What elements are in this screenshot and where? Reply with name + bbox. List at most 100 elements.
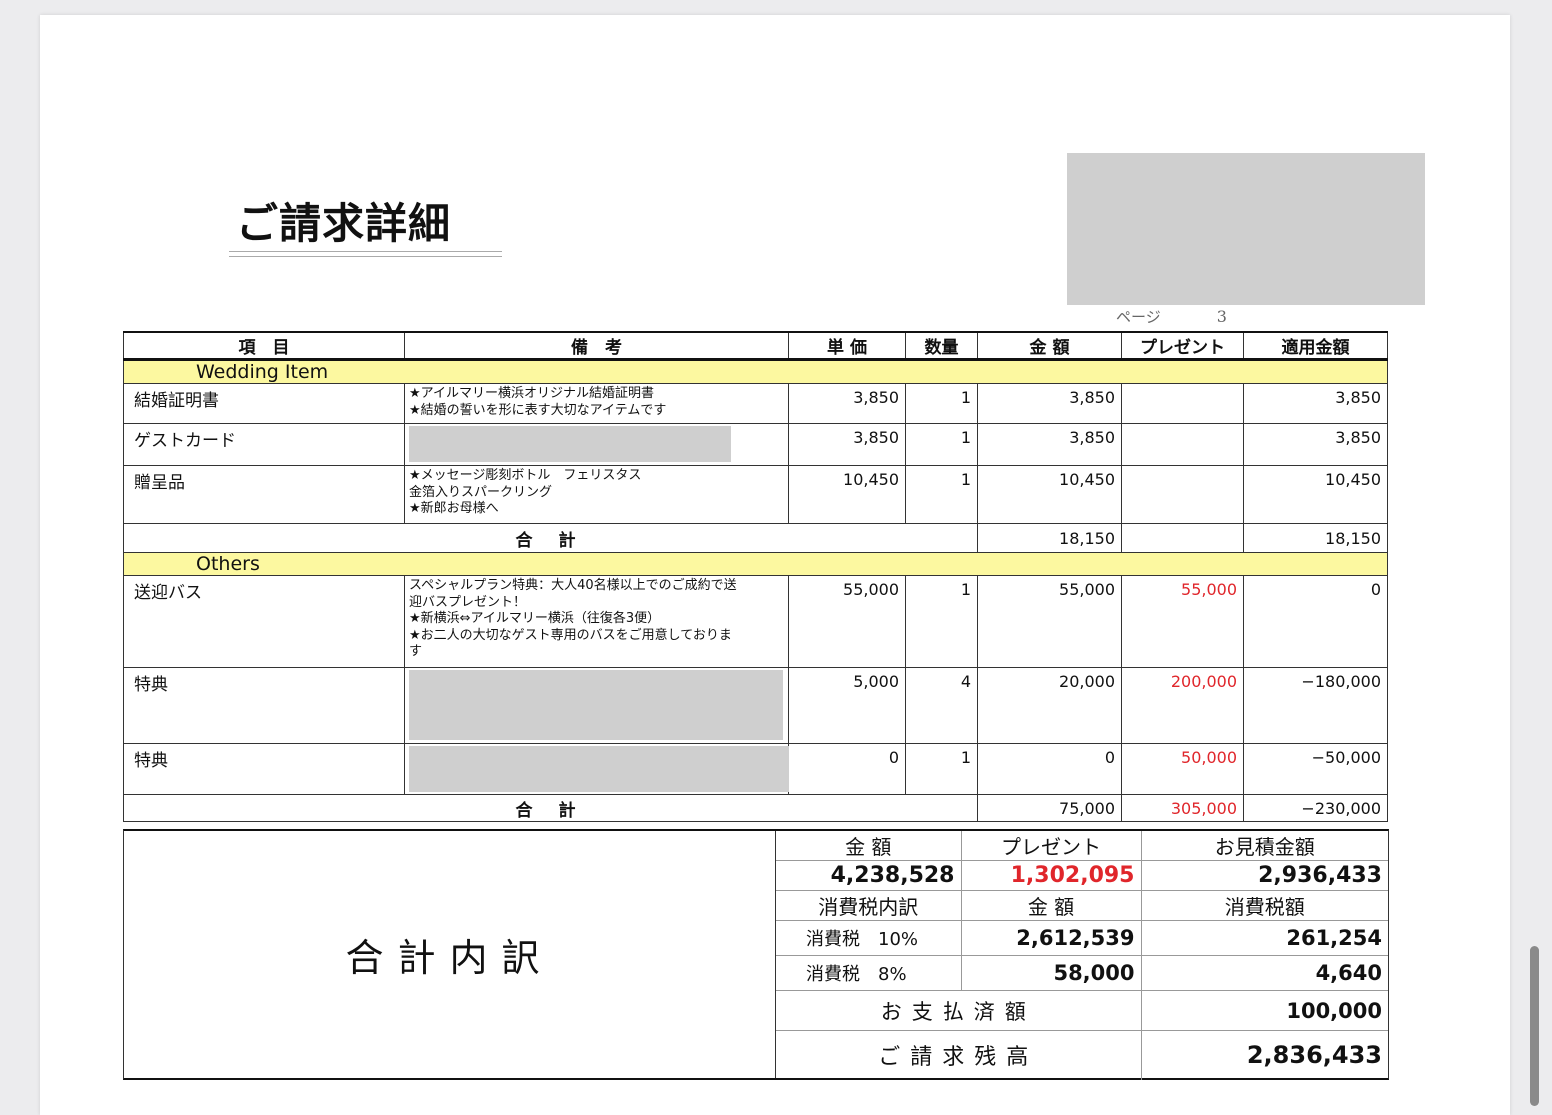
subtotal-applied: 18,150 bbox=[1243, 523, 1388, 553]
applied-amount: 3,850 bbox=[1243, 423, 1388, 466]
paid-row: お支払済額 100,000 bbox=[776, 990, 1388, 1031]
applied-amount: 10,450 bbox=[1243, 465, 1388, 524]
unit-price: 10,450 bbox=[788, 465, 906, 524]
remark-line: ★新郎お母様へ bbox=[409, 501, 499, 516]
applied-amount: −180,000 bbox=[1243, 667, 1388, 744]
remark-line: す bbox=[409, 644, 423, 659]
subtotal-label: 合 計 bbox=[123, 523, 978, 553]
page-title: ご請求詳細 bbox=[236, 199, 452, 248]
quantity: 1 bbox=[905, 575, 978, 668]
remark-line: ★新横浜⇔アイルマリー横浜（往復各3便） bbox=[409, 611, 661, 626]
table-row: 特典 0 1 0 50,000 −50,000 bbox=[123, 743, 1388, 795]
balance-row: ご請求残高 2,836,433 bbox=[776, 1030, 1388, 1080]
tax8-base: 58,000 bbox=[960, 955, 1141, 991]
table-row: 送迎バス スペシャルプラン特典：大人40名様以上でのご成約で送 迎バスプレゼント！… bbox=[123, 575, 1388, 668]
remark-line: スペシャルプラン特典：大人40名様以上でのご成約で送 bbox=[409, 578, 737, 593]
item-remark: ★メッセージ彫刻ボトル フェリスタス 金箔入りスパークリング ★新郎お母様へ bbox=[404, 465, 789, 524]
redacted-remark bbox=[409, 670, 783, 740]
subtotal-row: 合 計 18,150 18,150 bbox=[123, 523, 1388, 553]
redacted-remark bbox=[409, 746, 789, 792]
item-name: 結婚証明書 bbox=[123, 383, 405, 424]
remark-line: ★アイルマリー横浜オリジナル結婚証明書 bbox=[409, 386, 655, 401]
page-number: ページ 3 bbox=[1116, 306, 1227, 327]
subtotal-amount: 18,150 bbox=[977, 523, 1122, 553]
section-header: Others bbox=[123, 552, 1388, 576]
applied-amount: 0 bbox=[1243, 575, 1388, 668]
quantity: 1 bbox=[905, 465, 978, 524]
redacted-remark bbox=[409, 426, 731, 462]
tax10-row: 消費税 10% 2,612,539 261,254 bbox=[776, 920, 1388, 956]
table-row: 結婚証明書 ★アイルマリー横浜オリジナル結婚証明書 ★結婚の誓いを形に表す大切なア… bbox=[123, 383, 1388, 424]
unit-price: 3,850 bbox=[788, 383, 906, 424]
amount: 3,850 bbox=[977, 383, 1122, 424]
page-value: 3 bbox=[1216, 307, 1227, 326]
item-name: 送迎バス bbox=[123, 575, 405, 668]
tax10-tax: 261,254 bbox=[1140, 920, 1388, 956]
header-quantity: 数量 bbox=[905, 331, 978, 361]
page-label: ページ bbox=[1116, 308, 1161, 326]
item-name: 特典 bbox=[123, 667, 405, 744]
remark-line: 迎バスプレゼント！ bbox=[409, 594, 527, 610]
header-item: 項 目 bbox=[123, 331, 405, 361]
item-remark: ★アイルマリー横浜オリジナル結婚証明書 ★結婚の誓いを形に表す大切なアイテムです bbox=[404, 383, 789, 424]
present bbox=[1121, 465, 1244, 524]
total-present-header: プレゼント bbox=[960, 831, 1141, 861]
present bbox=[1121, 423, 1244, 466]
tax10-base: 2,612,539 bbox=[960, 920, 1141, 956]
unit-price: 5,000 bbox=[788, 667, 906, 744]
subtotal-applied: −230,000 bbox=[1243, 794, 1388, 822]
balance-amount: 2,836,433 bbox=[1140, 1030, 1388, 1080]
header-applied-amount: 適用金額 bbox=[1243, 331, 1388, 361]
amount: 3,850 bbox=[977, 423, 1122, 466]
subtotal-row: 合 計 75,000 305,000 −230,000 bbox=[123, 794, 1388, 822]
tax-header-row: 消費税内訳 金 額 消費税額 bbox=[776, 890, 1388, 921]
applied-amount: −50,000 bbox=[1243, 743, 1388, 795]
quantity: 1 bbox=[905, 743, 978, 795]
table-row: 贈呈品 ★メッセージ彫刻ボトル フェリスタス 金箔入りスパークリング ★新郎お母様へ… bbox=[123, 465, 1388, 524]
header-remark: 備 考 bbox=[404, 331, 789, 361]
item-remark: スペシャルプラン特典：大人40名様以上でのご成約で送 迎バスプレゼント！ ★新横浜⇔… bbox=[404, 575, 789, 668]
tax-amount-header: 消費税額 bbox=[1140, 890, 1388, 921]
paid-label: お支払済額 bbox=[776, 990, 1141, 1031]
header-present: プレゼント bbox=[1121, 331, 1244, 361]
remark-line: 金箔入りスパークリング bbox=[409, 484, 553, 500]
summary-label: 合計内訳 bbox=[124, 831, 776, 1078]
redacted-block bbox=[1067, 153, 1425, 305]
totals-value-row: 4,238,528 1,302,095 2,936,433 bbox=[776, 860, 1388, 891]
amount: 0 bbox=[977, 743, 1122, 795]
table-row: ゲストカード 3,850 1 3,850 3,850 bbox=[123, 423, 1388, 466]
item-remark bbox=[404, 423, 789, 466]
remark-line: ★お二人の大切なゲスト専用のバスをご用意しておりま bbox=[409, 627, 732, 643]
subtotal-present: 305,000 bbox=[1121, 794, 1244, 822]
remark-line: ★メッセージ彫刻ボトル フェリスタス bbox=[409, 468, 642, 483]
header-amount: 金 額 bbox=[977, 331, 1122, 361]
applied-amount: 3,850 bbox=[1243, 383, 1388, 424]
totals-header-row: 金 額 プレゼント お見積金額 bbox=[776, 831, 1388, 861]
tax-breakdown-label: 消費税内訳 bbox=[776, 890, 961, 921]
paid-amount: 100,000 bbox=[1140, 990, 1388, 1031]
invoice-table: 項 目 備 考 単 価 数量 金 額 プレゼント 適用金額 Wedding It… bbox=[123, 331, 1388, 822]
balance-label: ご請求残高 bbox=[776, 1030, 1141, 1080]
quantity: 1 bbox=[905, 423, 978, 466]
item-name: 特典 bbox=[123, 743, 405, 795]
subtotal-present bbox=[1121, 523, 1244, 553]
quantity: 1 bbox=[905, 383, 978, 424]
present: 50,000 bbox=[1121, 743, 1244, 795]
total-amount-header: 金 額 bbox=[845, 835, 892, 859]
total-amount: 4,238,528 bbox=[776, 860, 961, 891]
total-present: 1,302,095 bbox=[960, 860, 1141, 891]
unit-price: 0 bbox=[788, 743, 906, 795]
header-row: 項 目 備 考 単 価 数量 金 額 プレゼント 適用金額 bbox=[123, 331, 1388, 361]
section-name: Wedding Item bbox=[123, 359, 1388, 384]
tax8-label: 消費税 8% bbox=[776, 955, 961, 991]
estimate-amount: 2,936,433 bbox=[1140, 860, 1388, 891]
present: 200,000 bbox=[1121, 667, 1244, 744]
section-header: Wedding Item bbox=[123, 359, 1388, 384]
present: 55,000 bbox=[1121, 575, 1244, 668]
tax-base-header: 金 額 bbox=[960, 890, 1141, 921]
amount: 10,450 bbox=[977, 465, 1122, 524]
subtotal-amount: 75,000 bbox=[977, 794, 1122, 822]
section-name: Others bbox=[123, 552, 1388, 576]
scrollbar[interactable] bbox=[1530, 946, 1539, 1106]
unit-price: 3,850 bbox=[788, 423, 906, 466]
